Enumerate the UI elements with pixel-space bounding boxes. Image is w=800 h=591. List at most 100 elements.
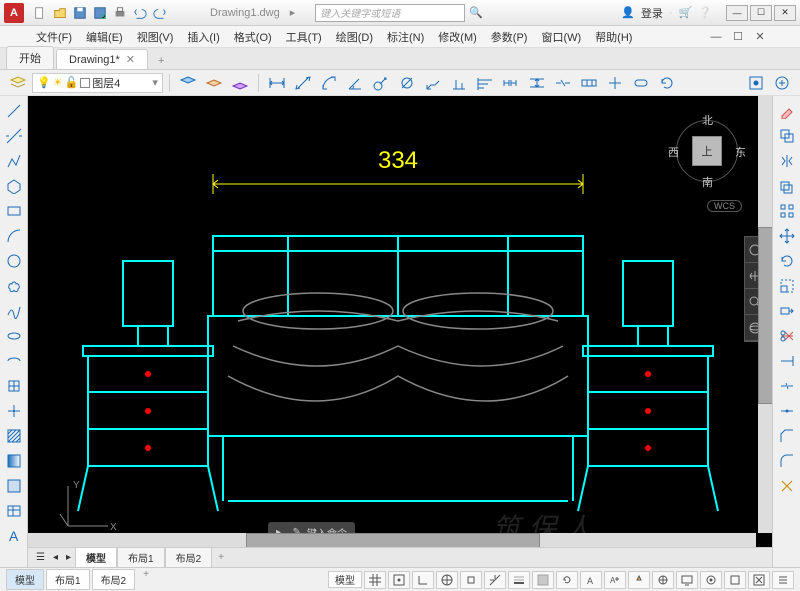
tool-region-icon[interactable] (3, 475, 25, 497)
window-minimize-button[interactable]: — (726, 5, 748, 21)
status-tab-layout1[interactable]: 布局1 (46, 569, 90, 590)
qat-undo-icon[interactable] (131, 4, 149, 22)
wcs-badge[interactable]: WCS (707, 200, 742, 212)
menu-draw[interactable]: 绘图(D) (330, 27, 379, 47)
window-close-button[interactable]: ✕ (774, 5, 796, 21)
tool-gradient-icon[interactable] (3, 450, 25, 472)
status-cleanscreen-icon[interactable] (748, 571, 770, 589)
qat-save-icon[interactable] (71, 4, 89, 22)
horizontal-scrollbar[interactable] (28, 533, 756, 547)
drawing-canvas[interactable]: 334 (28, 96, 772, 567)
doc-restore-icon[interactable]: ☐ (729, 28, 747, 46)
menu-help[interactable]: 帮助(H) (589, 27, 638, 47)
layout-tab-menu-icon[interactable]: ☰ (32, 552, 49, 563)
tool-stretch-icon[interactable] (776, 300, 798, 322)
viewcube-north[interactable]: 北 (702, 112, 713, 128)
tool-erase-icon[interactable] (776, 100, 798, 122)
login-icon[interactable]: 👤 (621, 6, 635, 19)
tool-scale-icon[interactable] (776, 275, 798, 297)
status-ortho-icon[interactable] (412, 571, 434, 589)
dim-arc-icon[interactable] (317, 72, 341, 94)
tool-copy-icon[interactable] (776, 125, 798, 147)
status-isolate-icon[interactable] (700, 571, 722, 589)
menu-view[interactable]: 视图(V) (131, 27, 180, 47)
dim-ordinate-icon[interactable] (447, 72, 471, 94)
tab-add-button[interactable]: + (150, 53, 172, 69)
tool-extend-icon[interactable] (776, 350, 798, 372)
dim-continue-icon[interactable] (499, 72, 523, 94)
dim-jogged-icon[interactable] (421, 72, 445, 94)
help-icon[interactable]: ❔ (698, 6, 712, 19)
tool-ellipse-icon[interactable] (3, 325, 25, 347)
tool-table-icon[interactable] (3, 500, 25, 522)
tool-block-icon[interactable] (3, 375, 25, 397)
menu-window[interactable]: 窗口(W) (535, 27, 587, 47)
tool-rotate-icon[interactable] (776, 250, 798, 272)
login-link[interactable]: 登录 (641, 5, 663, 21)
tool-line-icon[interactable] (3, 100, 25, 122)
dim-baseline-icon[interactable] (473, 72, 497, 94)
status-tab-add-icon[interactable]: + (137, 569, 155, 590)
tool-ellipse-arc-icon[interactable] (3, 350, 25, 372)
tool-array-icon[interactable] (776, 200, 798, 222)
tab-drawing1[interactable]: Drawing1*✕ (56, 49, 148, 69)
menu-modify[interactable]: 修改(M) (432, 27, 483, 47)
layout-tab-prev-icon[interactable]: ◂ (49, 552, 62, 563)
dim-spacing-icon[interactable] (525, 72, 549, 94)
tool-offset-icon[interactable] (776, 175, 798, 197)
tool-polyline-icon[interactable] (3, 150, 25, 172)
window-maximize-button[interactable]: ☐ (750, 5, 772, 21)
status-annoscale-add-icon[interactable]: A (604, 571, 626, 589)
layer-states-icon[interactable] (176, 72, 200, 94)
status-hardware-icon[interactable] (724, 571, 746, 589)
cart-icon[interactable]: 🛒 (679, 6, 693, 19)
tool-trim-icon[interactable] (776, 325, 798, 347)
status-annoscale-icon[interactable]: A (580, 571, 602, 589)
tool-fillet-icon[interactable] (776, 450, 798, 472)
tool-rectangle-icon[interactable] (3, 200, 25, 222)
menu-param[interactable]: 参数(P) (485, 27, 534, 47)
status-annoviz-icon[interactable] (628, 571, 650, 589)
menu-file[interactable]: 文件(F) (30, 27, 78, 47)
layout-tab-layout1[interactable]: 布局1 (117, 547, 165, 567)
qat-print-icon[interactable] (111, 4, 129, 22)
qat-new-icon[interactable] (31, 4, 49, 22)
menu-format[interactable]: 格式(O) (228, 27, 278, 47)
tool-revcloud-icon[interactable] (3, 275, 25, 297)
tool-text-icon[interactable]: A (3, 525, 25, 547)
status-cycling-icon[interactable] (556, 571, 578, 589)
viewcube-south[interactable]: 南 (702, 174, 713, 190)
qat-saveas-icon[interactable] (91, 4, 109, 22)
tab-start[interactable]: 开始 (6, 46, 54, 69)
status-otrack-icon[interactable] (484, 571, 506, 589)
status-tab-layout2[interactable]: 布局2 (92, 569, 136, 590)
menu-tools[interactable]: 工具(T) (280, 27, 328, 47)
status-monitor-icon[interactable] (676, 571, 698, 589)
menu-dimension[interactable]: 标注(N) (381, 27, 430, 47)
tool-mirror-icon[interactable] (776, 150, 798, 172)
tool-point-icon[interactable] (3, 400, 25, 422)
layer-dropdown[interactable]: 💡 ☀ 🔓 图层4 ▾ (32, 73, 163, 93)
status-lineweight-icon[interactable] (508, 571, 530, 589)
tool-join-icon[interactable] (776, 400, 798, 422)
dim-angular-icon[interactable] (343, 72, 367, 94)
doc-close-icon[interactable]: ✕ (751, 28, 769, 46)
viewcube-top[interactable]: 上 (692, 136, 722, 166)
layout-tab-model[interactable]: 模型 (75, 547, 117, 567)
doc-minimize-icon[interactable]: — (707, 28, 725, 46)
tool-circle-icon[interactable] (3, 250, 25, 272)
add-selection-icon[interactable] (770, 72, 794, 94)
dim-diameter-icon[interactable] (395, 72, 419, 94)
selection-cycle-icon[interactable] (744, 72, 768, 94)
dim-aligned-icon[interactable] (291, 72, 315, 94)
status-workspace-icon[interactable] (652, 571, 674, 589)
qat-redo-icon[interactable] (151, 4, 169, 22)
status-snap-icon[interactable] (388, 571, 410, 589)
tab-close-icon[interactable]: ✕ (126, 54, 135, 66)
layer-match-icon[interactable] (228, 72, 252, 94)
status-transparency-icon[interactable] (532, 571, 554, 589)
status-mode-label[interactable]: 模型 (328, 571, 362, 588)
status-tab-model[interactable]: 模型 (6, 569, 44, 590)
tool-chamfer-icon[interactable] (776, 425, 798, 447)
menu-edit[interactable]: 编辑(E) (80, 27, 129, 47)
